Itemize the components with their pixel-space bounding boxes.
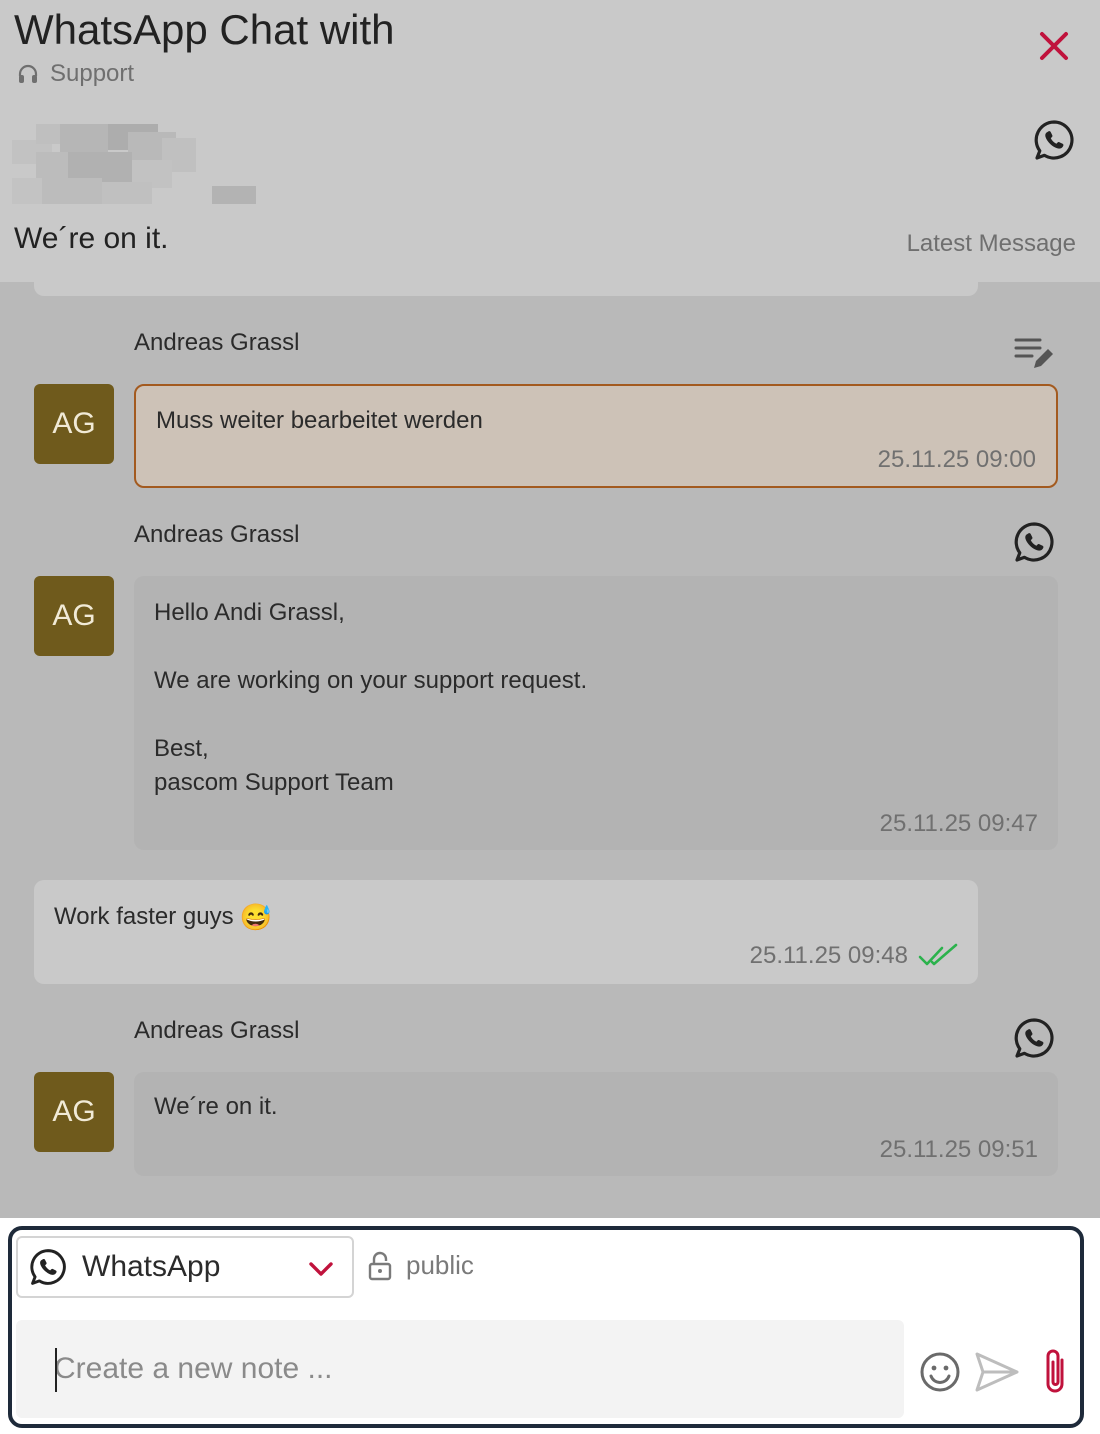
double-check-icon (918, 943, 958, 966)
message-bubble-note: Muss weiter bearbeitet werden 25.11.25 0… (134, 384, 1058, 488)
sender-name: Andreas Grassl (134, 329, 300, 356)
close-icon[interactable] (1030, 22, 1078, 70)
message-time: 25.11.25 09:51 (879, 1136, 1038, 1163)
whatsapp-icon (1014, 1018, 1054, 1058)
chat-header: WhatsApp Chat with Support We´re on it. … (0, 0, 1100, 282)
whatsapp-icon (30, 1249, 66, 1285)
message-bubble: We´re on it. 25.11.25 09:51 (134, 1072, 1058, 1176)
composer: WhatsApp public (8, 1226, 1084, 1428)
message-text: Muss weiter bearbeitet werden (156, 407, 483, 434)
page-title: WhatsApp Chat with (14, 6, 395, 53)
visibility-label: public (406, 1250, 474, 1280)
edit-note-icon (1014, 338, 1053, 368)
chat-history[interactable]: Andreas Grassl AG Muss weiter bearbeitet… (0, 282, 1100, 1218)
paperclip-icon[interactable] (1038, 1346, 1072, 1398)
note-input[interactable] (16, 1320, 904, 1418)
message-time: 25.11.25 09:00 (877, 446, 1036, 473)
sweat-smile-emoji: 😅 (239, 902, 272, 932)
message-meta: 25.11.25 09:48 (750, 942, 958, 970)
chevron-down-icon (309, 1262, 333, 1276)
message-time: 25.11.25 09:47 (879, 810, 1038, 837)
avatar: AG (34, 1072, 114, 1152)
message-bubble-partial (34, 282, 978, 296)
visibility-toggle[interactable]: public (368, 1250, 474, 1281)
message-text: Hello Andi Grassl, We are working on you… (154, 599, 588, 796)
sender-name: Andreas Grassl (134, 521, 300, 548)
contact-name-blurred (12, 124, 262, 206)
avatar: AG (34, 576, 114, 656)
message-bubble-incoming: Work faster guys 😅 25.11.25 09:48 (34, 880, 978, 984)
lock-icon (368, 1251, 392, 1280)
whatsapp-icon (1014, 522, 1054, 562)
subtitle: Support (16, 60, 134, 88)
avatar: AG (34, 384, 114, 464)
text-caret (55, 1348, 57, 1392)
latest-message-text: We´re on it. (14, 222, 169, 255)
send-icon[interactable] (974, 1350, 1020, 1394)
message-text: Work faster guys (54, 903, 234, 930)
message-text-row: Work faster guys 😅 (54, 900, 272, 934)
message-text: We´re on it. (154, 1093, 278, 1120)
headset-icon (18, 64, 38, 83)
channel-label: WhatsApp (82, 1250, 221, 1283)
message-time: 25.11.25 09:48 (749, 942, 908, 969)
whatsapp-icon (1034, 120, 1074, 160)
sender-name: Andreas Grassl (134, 1017, 300, 1044)
latest-message-label: Latest Message (906, 230, 1076, 257)
subtitle-label: Support (50, 60, 135, 87)
channel-select[interactable]: WhatsApp (16, 1236, 354, 1298)
emoji-icon[interactable] (918, 1350, 962, 1394)
message-bubble: Hello Andi Grassl, We are working on you… (134, 576, 1058, 850)
